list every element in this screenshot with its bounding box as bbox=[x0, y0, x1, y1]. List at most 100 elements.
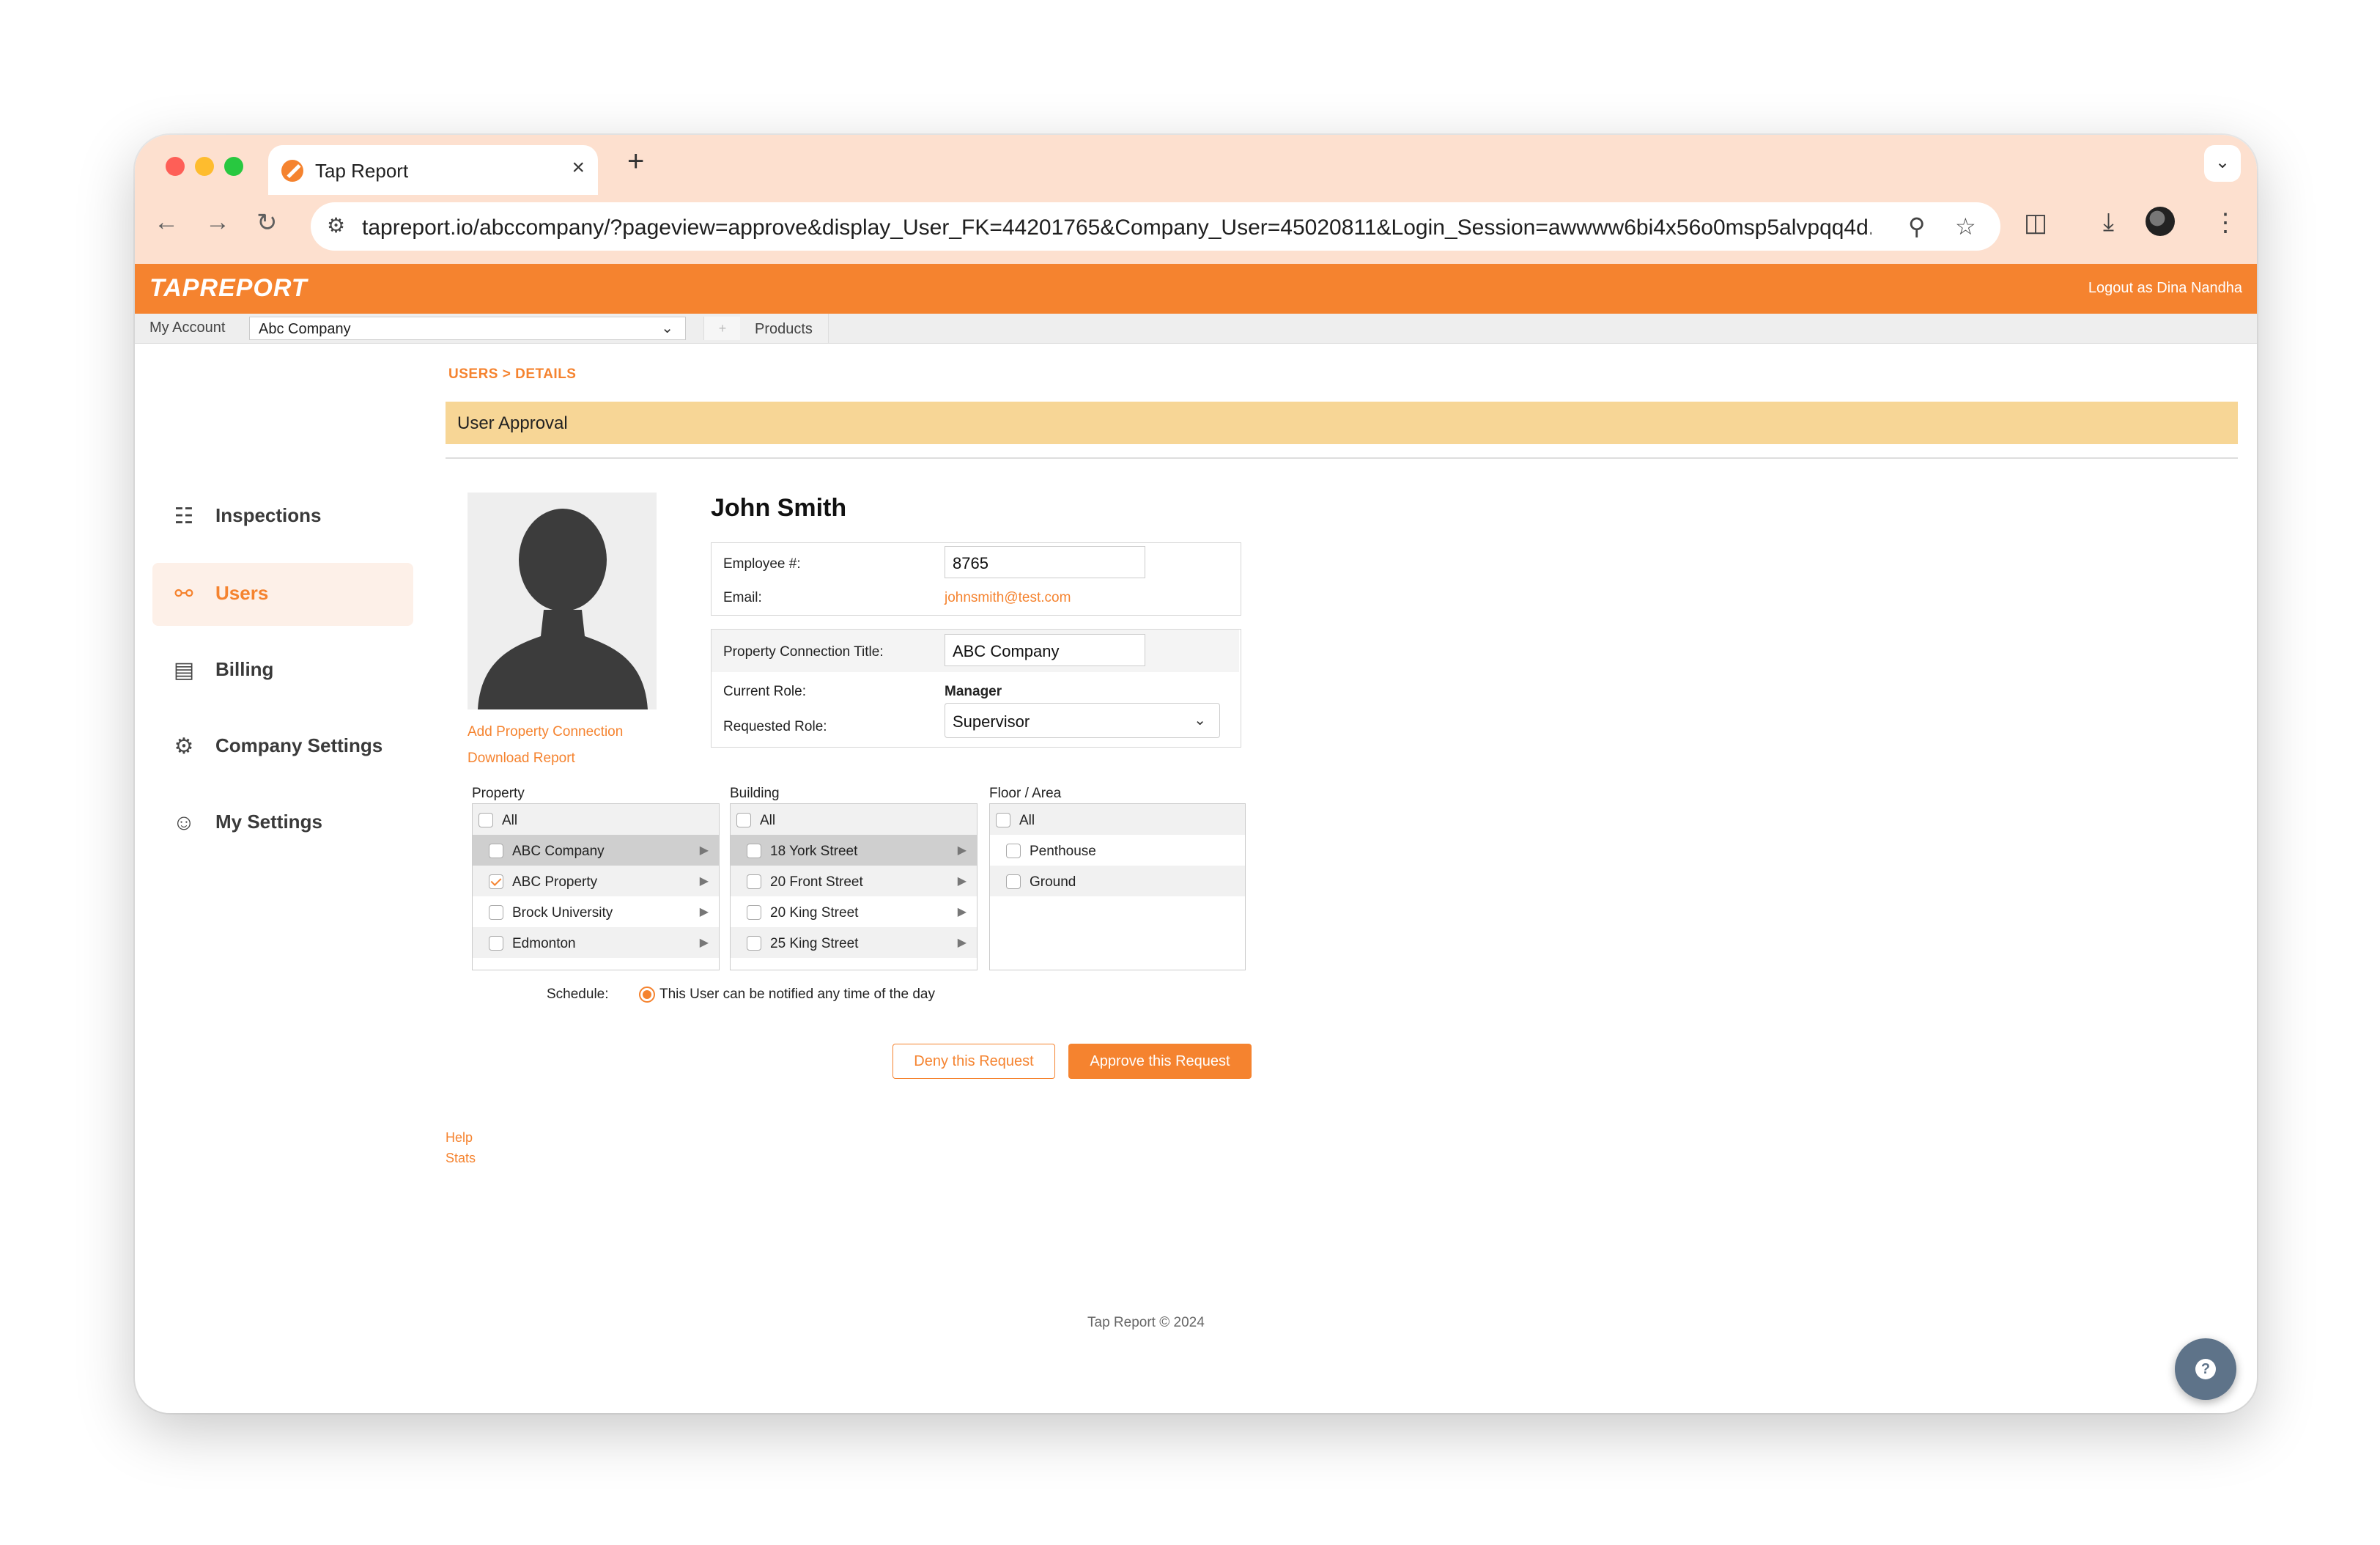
close-window-button[interactable] bbox=[166, 157, 185, 176]
expand-arrow-icon[interactable]: ▶ bbox=[700, 874, 709, 888]
reload-icon[interactable]: ↻ bbox=[256, 208, 278, 237]
browser-toolbar: Tap Report × + ⌄ ← → ↻ ⚙ tapreport.io/ab… bbox=[135, 135, 2257, 264]
sidebar-item-my-settings[interactable]: ☺ My Settings bbox=[152, 792, 413, 855]
checkbox[interactable] bbox=[747, 874, 761, 889]
list-item-label: ABC Company bbox=[512, 844, 605, 859]
user-circle-icon: ☺ bbox=[172, 811, 196, 835]
checkbox[interactable] bbox=[996, 813, 1010, 827]
current-role-value: Manager bbox=[945, 684, 1002, 699]
requested-role-select[interactable]: Supervisor ⌄ bbox=[945, 703, 1220, 738]
sidebar-item-billing[interactable]: ▤ Billing bbox=[152, 639, 413, 702]
question-mark-icon: ? bbox=[2195, 1359, 2216, 1379]
my-account-link[interactable]: My Account bbox=[149, 320, 225, 336]
minimize-window-button[interactable] bbox=[195, 157, 214, 176]
schedule-option-label: This User can be notified any time of th… bbox=[659, 987, 935, 1002]
back-arrow-icon[interactable]: ← bbox=[154, 208, 179, 237]
breadcrumb[interactable]: USERS > DETAILS bbox=[448, 366, 576, 383]
list-item[interactable]: All bbox=[473, 804, 719, 835]
list-item[interactable]: 20 Front Street ▶ bbox=[731, 866, 977, 896]
url-text: tapreport.io/abccompany/?pageview=approv… bbox=[362, 215, 1871, 240]
tab-close-icon[interactable]: × bbox=[572, 155, 585, 180]
expand-arrow-icon[interactable]: ▶ bbox=[958, 904, 967, 919]
checkbox[interactable] bbox=[489, 844, 503, 858]
schedule-any-time-radio[interactable] bbox=[639, 987, 655, 1003]
copyright-text: Tap Report © 2024 bbox=[1087, 1315, 1205, 1330]
download-report-link[interactable]: Download Report bbox=[468, 751, 575, 767]
add-property-connection-link[interactable]: Add Property Connection bbox=[468, 724, 623, 740]
checkbox[interactable] bbox=[736, 813, 751, 827]
property-connection-title-value: ABC Company bbox=[953, 642, 1060, 660]
list-item-label: Penthouse bbox=[1030, 844, 1096, 859]
list-item[interactable]: ABC Company ▶ bbox=[473, 835, 719, 866]
list-item[interactable]: 25 King Street ▶ bbox=[731, 927, 977, 958]
profile-avatar[interactable] bbox=[2146, 207, 2175, 236]
list-item-label: Edmonton bbox=[512, 936, 576, 951]
list-item[interactable]: All bbox=[990, 804, 1245, 835]
list-item[interactable]: 20 King Street ▶ bbox=[731, 896, 977, 927]
property-connection-title-input[interactable]: ABC Company bbox=[945, 634, 1145, 666]
help-chat-button[interactable]: ? bbox=[2175, 1338, 2236, 1400]
list-item[interactable]: ABC Property ▶ bbox=[473, 866, 719, 896]
approve-request-button[interactable]: Approve this Request bbox=[1068, 1044, 1252, 1079]
checkbox[interactable] bbox=[478, 813, 493, 827]
logout-link[interactable]: Logout as Dina Nandha bbox=[2088, 280, 2242, 297]
site-settings-icon[interactable]: ⚙ bbox=[327, 215, 349, 237]
sidebar-item-inspections[interactable]: ☷ Inspections bbox=[152, 485, 413, 548]
sidebar-item-users[interactable]: ⚯ Users bbox=[152, 563, 413, 626]
checkbox[interactable] bbox=[1006, 844, 1021, 858]
expand-arrow-icon[interactable]: ▶ bbox=[958, 843, 967, 858]
expand-arrow-icon[interactable]: ▶ bbox=[700, 904, 709, 919]
forward-arrow-icon[interactable]: → bbox=[205, 208, 230, 237]
tapreport-favicon-icon bbox=[281, 160, 303, 182]
extensions-icon[interactable]: ◫ bbox=[2024, 208, 2047, 237]
expand-arrow-icon[interactable]: ▶ bbox=[700, 843, 709, 858]
employee-number-label: Employee #: bbox=[723, 556, 801, 572]
add-tab-button[interactable]: + bbox=[703, 317, 742, 340]
requested-role-value: Supervisor bbox=[953, 712, 1030, 731]
maximize-window-button[interactable] bbox=[224, 157, 243, 176]
checkbox[interactable] bbox=[489, 905, 503, 920]
kebab-menu-icon[interactable]: ⋮ bbox=[2213, 208, 2238, 237]
email-link[interactable]: johnsmith@test.com bbox=[945, 590, 1071, 606]
list-item-label: 25 King Street bbox=[770, 936, 859, 951]
property-connection-title-label: Property Connection Title: bbox=[723, 644, 884, 660]
expand-arrow-icon[interactable]: ▶ bbox=[958, 874, 967, 888]
stats-link[interactable]: Stats bbox=[446, 1151, 476, 1166]
tab-search-chevron-icon[interactable]: ⌄ bbox=[2204, 145, 2241, 182]
checkbox[interactable] bbox=[489, 936, 503, 951]
list-item-label: All bbox=[502, 813, 518, 828]
checkbox[interactable] bbox=[747, 936, 761, 951]
expand-arrow-icon[interactable]: ▶ bbox=[700, 935, 709, 950]
building-list: All 18 York Street ▶ 20 Front Street ▶ 2… bbox=[730, 803, 978, 970]
list-item[interactable]: Brock University ▶ bbox=[473, 896, 719, 927]
download-icon[interactable]: ⤓ bbox=[2103, 208, 2114, 237]
new-tab-button[interactable]: + bbox=[627, 145, 644, 178]
section-banner: User Approval bbox=[446, 402, 2238, 444]
checkbox[interactable] bbox=[747, 844, 761, 858]
list-item-label: 20 Front Street bbox=[770, 874, 863, 890]
list-item[interactable]: Penthouse bbox=[990, 835, 1245, 866]
zoom-search-icon[interactable]: ⚲ bbox=[1908, 213, 1925, 240]
user-silhouette-icon bbox=[468, 493, 657, 709]
browser-tab[interactable]: Tap Report × bbox=[268, 145, 598, 195]
list-item[interactable]: Ground bbox=[990, 866, 1245, 896]
address-bar[interactable]: ⚙ tapreport.io/abccompany/?pageview=appr… bbox=[311, 202, 2000, 251]
list-item[interactable]: 18 York Street ▶ bbox=[731, 835, 977, 866]
deny-request-button[interactable]: Deny this Request bbox=[892, 1044, 1055, 1079]
list-item-label: ABC Property bbox=[512, 874, 598, 890]
bookmark-star-icon[interactable]: ☆ bbox=[1955, 213, 1976, 240]
list-item[interactable]: All bbox=[731, 804, 977, 835]
checkbox-checked[interactable] bbox=[489, 874, 503, 889]
expand-arrow-icon[interactable]: ▶ bbox=[958, 935, 967, 950]
checkbox[interactable] bbox=[747, 905, 761, 920]
sidebar-item-company-settings[interactable]: ⚙ Company Settings bbox=[152, 715, 413, 778]
employee-number-input[interactable]: 8765 bbox=[945, 546, 1145, 578]
company-select[interactable]: Abc Company ⌄ bbox=[249, 317, 686, 340]
products-tab[interactable]: Products bbox=[740, 314, 829, 343]
list-item[interactable]: Edmonton ▶ bbox=[473, 927, 719, 958]
checkbox[interactable] bbox=[1006, 874, 1021, 889]
help-link[interactable]: Help bbox=[446, 1130, 473, 1146]
tapreport-logo[interactable]: TAPREPORT bbox=[149, 274, 308, 303]
schedule-label: Schedule: bbox=[547, 987, 609, 1002]
role-info-box: Property Connection Title: ABC Company C… bbox=[711, 629, 1241, 748]
